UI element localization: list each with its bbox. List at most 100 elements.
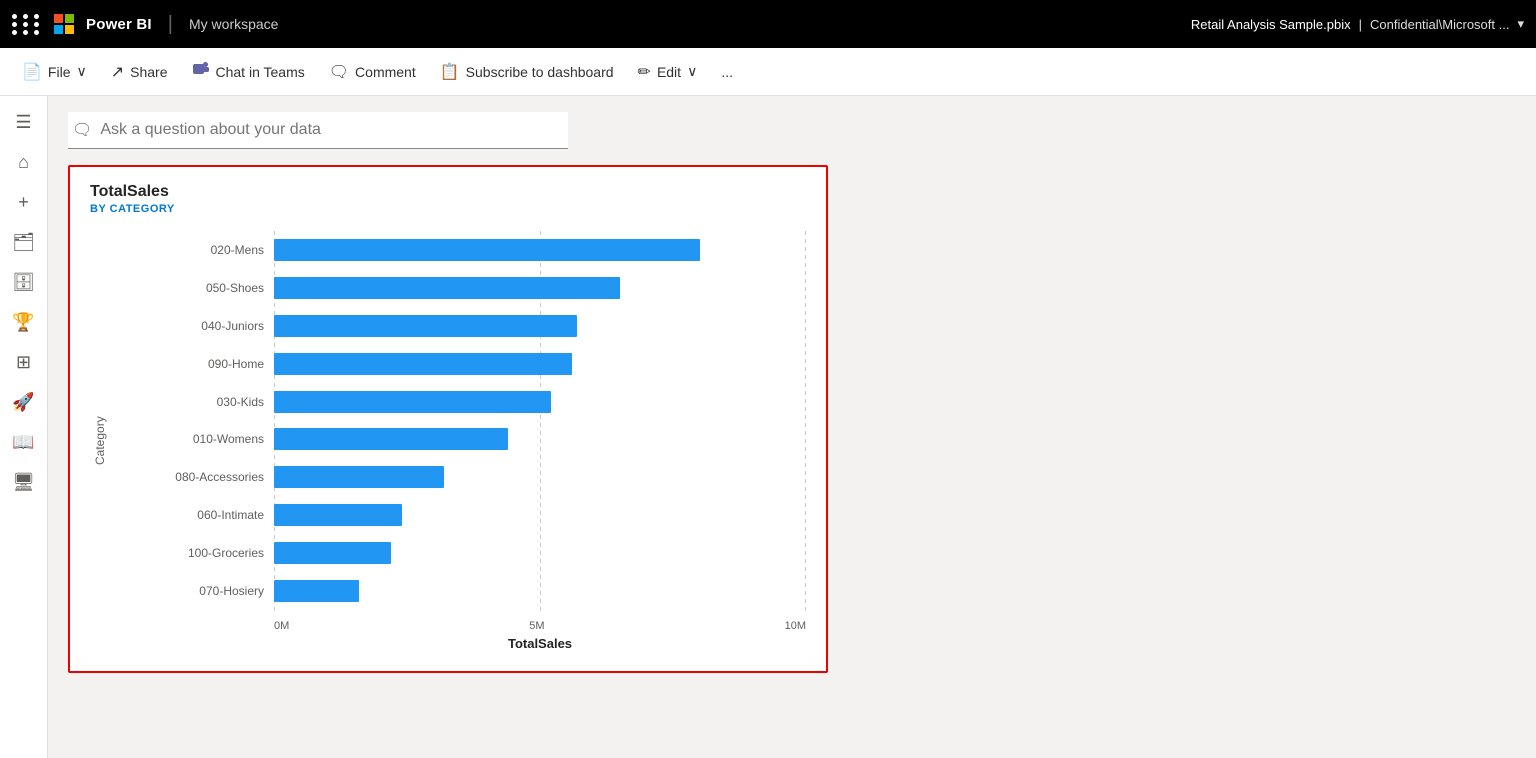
nav-chat-in-teams[interactable]: Chat in Teams <box>182 54 315 89</box>
nav-more[interactable]: ... <box>711 58 743 86</box>
bar-track <box>274 542 806 564</box>
bar-row: 030-Kids <box>114 386 806 418</box>
bar-label: 070-Hosiery <box>114 584 274 598</box>
file-icon: 📄 <box>22 62 42 82</box>
bar-label: 090-Home <box>114 357 274 371</box>
nav-edit-label: Edit <box>657 64 681 80</box>
bar-fill[interactable] <box>274 542 391 564</box>
x-axis-title: TotalSales <box>114 636 806 651</box>
layout: ☰ ⌂ + 🗂 🗄 🏆 ⊞ 🚀 📖 🖥 🗨 TotalSales BY CATE… <box>0 96 1536 758</box>
sidebar-item-goals[interactable]: 🏆 <box>6 304 42 340</box>
nav-file[interactable]: 📄 File ∨ <box>12 56 97 88</box>
sidebar-item-home[interactable]: ⌂ <box>6 144 42 180</box>
chart-inner: 020-Mens 050-Shoes 040-Juniors 090-Home 030-… <box>114 231 806 651</box>
bar-row: 100-Groceries <box>114 537 806 569</box>
bar-label: 080-Accessories <box>114 470 274 484</box>
bar-fill[interactable] <box>274 428 508 450</box>
nav-share-label: Share <box>130 64 167 80</box>
chart-subtitle: BY CATEGORY <box>90 203 806 215</box>
sidebar-item-browse[interactable]: 🗂 <box>6 224 42 260</box>
x-tick: 10M <box>785 620 806 632</box>
bar-track <box>274 466 806 488</box>
filename-label: Retail Analysis Sample.pbix <box>1191 17 1351 32</box>
bar-fill[interactable] <box>274 315 577 337</box>
nav-file-label: File <box>48 64 71 80</box>
bar-track <box>274 391 806 413</box>
microsoft-logo <box>54 14 74 34</box>
bar-row: 020-Mens <box>114 234 806 266</box>
workspace-label[interactable]: My workspace <box>189 16 278 32</box>
x-axis: 0M 5M 10M <box>114 620 806 632</box>
sidebar-item-hamburger[interactable]: ☰ <box>6 104 42 140</box>
powerbi-brand: Power BI <box>86 16 152 33</box>
nav-comment-label: Comment <box>355 64 416 80</box>
top-bar-right: Retail Analysis Sample.pbix | Confidenti… <box>1191 16 1524 32</box>
bar-row: 040-Juniors <box>114 310 806 342</box>
chart-card: TotalSales BY CATEGORY Category <box>68 165 828 673</box>
bar-track <box>274 315 806 337</box>
bars-area: 020-Mens 050-Shoes 040-Juniors 090-Home 030-… <box>114 231 806 614</box>
nav-subscribe[interactable]: 📋 Subscribe to dashboard <box>430 56 624 88</box>
nav-comment[interactable]: 🗨 Comment <box>319 56 426 88</box>
teams-icon <box>192 60 210 83</box>
bar-row: 080-Accessories <box>114 461 806 493</box>
bar-label: 040-Juniors <box>114 319 274 333</box>
top-bar: Power BI | My workspace Retail Analysis … <box>0 0 1536 48</box>
bar-row: 090-Home <box>114 348 806 380</box>
confidentiality-dropdown[interactable]: ▾ <box>1517 16 1524 32</box>
sidebar-item-apps[interactable]: ⊞ <box>6 344 42 380</box>
sidebar: ☰ ⌂ + 🗂 🗄 🏆 ⊞ 🚀 📖 🖥 <box>0 96 48 758</box>
edit-icon: ✏ <box>638 62 651 82</box>
bar-row: 070-Hosiery <box>114 575 806 607</box>
nav-subscribe-label: Subscribe to dashboard <box>466 64 614 80</box>
bar-label: 020-Mens <box>114 243 274 257</box>
bar-label: 030-Kids <box>114 395 274 409</box>
bar-row: 010-Womens <box>114 423 806 455</box>
file-chevron: ∨ <box>76 63 86 80</box>
bar-fill[interactable] <box>274 504 402 526</box>
comment-icon: 🗨 <box>329 62 349 82</box>
chart-title: TotalSales <box>90 183 806 201</box>
bar-track <box>274 353 806 375</box>
edit-chevron: ∨ <box>687 63 697 80</box>
bar-fill[interactable] <box>274 277 620 299</box>
nav-share[interactable]: ↗ Share <box>101 56 178 88</box>
nav-edit[interactable]: ✏ Edit ∨ <box>628 56 708 88</box>
nav-bar: 📄 File ∨ ↗ Share Chat in Teams 🗨 Comment… <box>0 48 1536 96</box>
bar-fill[interactable] <box>274 239 700 261</box>
bar-track <box>274 504 806 526</box>
bar-chart: Category 020-Mens 050-Shoes 040-Juniors 090… <box>90 231 806 651</box>
bar-label: 050-Shoes <box>114 281 274 295</box>
bar-fill[interactable] <box>274 466 444 488</box>
bar-label: 060-Intimate <box>114 508 274 522</box>
main-content: 🗨 TotalSales BY CATEGORY Category <box>48 96 1536 758</box>
bar-fill[interactable] <box>274 353 572 375</box>
sidebar-item-learn[interactable]: 🚀 <box>6 384 42 420</box>
sidebar-item-monitor[interactable]: 🖥 <box>6 464 42 500</box>
nav-chat-in-teams-label: Chat in Teams <box>216 64 305 80</box>
bar-fill[interactable] <box>274 580 359 602</box>
qa-icon: 🗨 <box>72 120 92 140</box>
bar-row: 060-Intimate <box>114 499 806 531</box>
bar-row: 050-Shoes <box>114 272 806 304</box>
bar-label: 100-Groceries <box>114 546 274 560</box>
top-bar-pipe: | <box>1359 17 1362 32</box>
bar-label: 010-Womens <box>114 432 274 446</box>
bar-track <box>274 580 806 602</box>
x-tick: 5M <box>529 620 544 632</box>
share-icon: ↗ <box>111 62 124 82</box>
sidebar-item-create[interactable]: + <box>6 184 42 220</box>
bar-track <box>274 277 806 299</box>
x-tick: 0M <box>274 620 289 632</box>
nav-more-label: ... <box>721 64 733 80</box>
sidebar-item-data[interactable]: 🗄 <box>6 264 42 300</box>
top-bar-separator: | <box>168 13 173 36</box>
qa-input[interactable] <box>100 121 564 139</box>
confidentiality-label: Confidential\Microsoft ... <box>1370 17 1509 32</box>
y-axis-label: Category <box>90 231 110 651</box>
app-launcher-button[interactable] <box>12 14 42 35</box>
qa-bar: 🗨 <box>68 112 568 149</box>
bar-fill[interactable] <box>274 391 551 413</box>
sidebar-item-open-book[interactable]: 📖 <box>6 424 42 460</box>
subscribe-icon: 📋 <box>440 62 460 82</box>
